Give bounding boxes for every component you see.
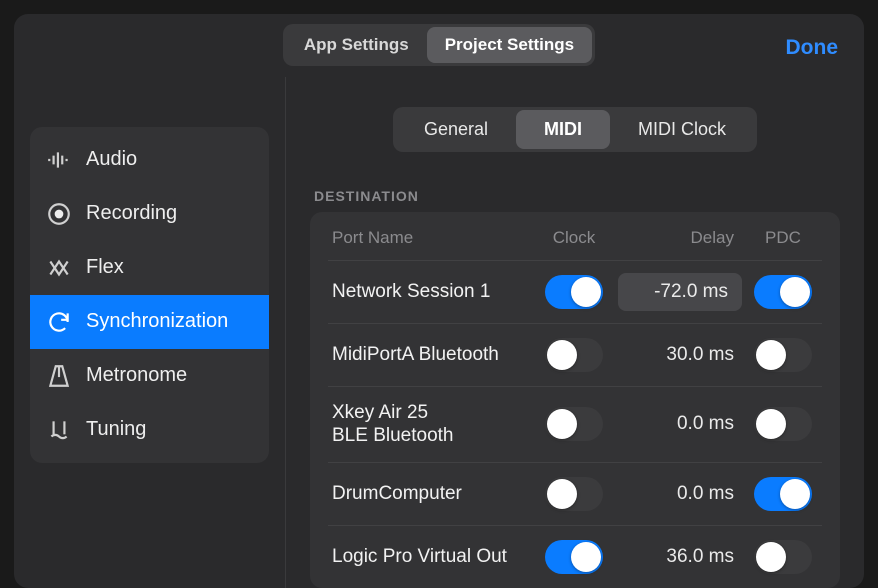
table-row: Xkey Air 25BLE Bluetooth 0.0 ms xyxy=(328,386,822,463)
subtab-wrap: GeneralMIDIMIDI Clock xyxy=(310,107,840,152)
subtab-segmented-control: GeneralMIDIMIDI Clock xyxy=(393,107,757,152)
sidebar-item-recording[interactable]: Recording xyxy=(30,187,269,241)
toggle-knob xyxy=(547,340,577,370)
table-body: Network Session 1 -72.0 ms MidiPortA Bluet… xyxy=(328,260,822,588)
section-heading: DESTINATION xyxy=(314,188,836,204)
sidebar-item-audio[interactable]: Audio xyxy=(30,133,269,187)
toggle-knob xyxy=(547,479,577,509)
tab-project-settings[interactable]: Project Settings xyxy=(427,27,592,63)
destination-table: Port Name Clock Delay PDC Network Sessio… xyxy=(310,212,840,588)
table-row: Network Session 1 -72.0 ms xyxy=(328,260,822,323)
sidebar: Audio Recording Flex Synchronization Metrono… xyxy=(14,77,286,588)
clock-toggle[interactable] xyxy=(545,407,603,441)
table-row: DrumComputer 0.0 ms xyxy=(328,462,822,525)
sidebar-list: Audio Recording Flex Synchronization Metrono… xyxy=(30,127,269,463)
toggle-knob xyxy=(756,409,786,439)
port-name: Logic Pro Virtual Out xyxy=(332,545,530,569)
pdc-toggle[interactable] xyxy=(754,275,812,309)
tuning-icon xyxy=(46,417,72,443)
toggle-knob xyxy=(780,277,810,307)
sidebar-item-label: Flex xyxy=(86,256,124,279)
delay-value: 36.0 ms xyxy=(618,546,748,568)
clock-toggle[interactable] xyxy=(545,477,603,511)
tab-app-settings[interactable]: App Settings xyxy=(286,27,427,63)
toggle-knob xyxy=(547,409,577,439)
port-name: Xkey Air 25BLE Bluetooth xyxy=(332,401,530,449)
toggle-knob xyxy=(756,542,786,572)
table-row: MidiPortA Bluetooth 30.0 ms xyxy=(328,323,822,386)
delay-value: 0.0 ms xyxy=(618,413,748,435)
column-delay: Delay xyxy=(618,228,748,248)
table-header: Port Name Clock Delay PDC xyxy=(328,212,822,260)
sidebar-item-label: Tuning xyxy=(86,418,146,441)
sidebar-item-label: Metronome xyxy=(86,364,187,387)
sidebar-item-synchronization[interactable]: Synchronization xyxy=(30,295,269,349)
sidebar-item-label: Synchronization xyxy=(86,310,228,333)
top-segmented-control: App Settings Project Settings xyxy=(283,24,595,66)
subtab-general[interactable]: General xyxy=(396,110,516,149)
toggle-knob xyxy=(571,277,601,307)
delay-value: 30.0 ms xyxy=(618,344,748,366)
metronome-icon xyxy=(46,363,72,389)
clock-toggle[interactable] xyxy=(545,540,603,574)
column-clock: Clock xyxy=(530,228,618,248)
sync-icon xyxy=(46,309,72,335)
column-port-name: Port Name xyxy=(332,228,530,248)
clock-toggle[interactable] xyxy=(545,275,603,309)
table-row: Logic Pro Virtual Out 36.0 ms xyxy=(328,525,822,588)
sidebar-item-metronome[interactable]: Metronome xyxy=(30,349,269,403)
sidebar-item-flex[interactable]: Flex xyxy=(30,241,269,295)
port-name: Network Session 1 xyxy=(332,280,530,304)
pdc-toggle[interactable] xyxy=(754,477,812,511)
toggle-knob xyxy=(780,479,810,509)
clock-toggle[interactable] xyxy=(545,338,603,372)
delay-value: 0.0 ms xyxy=(618,483,748,505)
column-pdc: PDC xyxy=(748,228,818,248)
pdc-toggle[interactable] xyxy=(754,338,812,372)
done-button[interactable]: Done xyxy=(786,36,839,60)
modal-body: Audio Recording Flex Synchronization Metrono… xyxy=(14,77,864,588)
subtab-midi[interactable]: MIDI xyxy=(516,110,610,149)
main-panel: GeneralMIDIMIDI Clock DESTINATION Port N… xyxy=(286,77,864,588)
pdc-toggle[interactable] xyxy=(754,407,812,441)
recording-icon xyxy=(46,201,72,227)
flex-icon xyxy=(46,255,72,281)
modal-topbar: App Settings Project Settings Done xyxy=(14,14,864,77)
toggle-knob xyxy=(756,340,786,370)
sidebar-item-label: Recording xyxy=(86,202,177,225)
pdc-toggle[interactable] xyxy=(754,540,812,574)
sidebar-item-tuning[interactable]: Tuning xyxy=(30,403,269,457)
sidebar-item-label: Audio xyxy=(86,148,137,171)
settings-modal: App Settings Project Settings Done Audio… xyxy=(14,14,864,588)
port-name: DrumComputer xyxy=(332,482,530,506)
port-name: MidiPortA Bluetooth xyxy=(332,343,530,367)
audio-icon xyxy=(46,147,72,173)
delay-value[interactable]: -72.0 ms xyxy=(618,273,742,311)
subtab-midi-clock[interactable]: MIDI Clock xyxy=(610,110,754,149)
toggle-knob xyxy=(571,542,601,572)
